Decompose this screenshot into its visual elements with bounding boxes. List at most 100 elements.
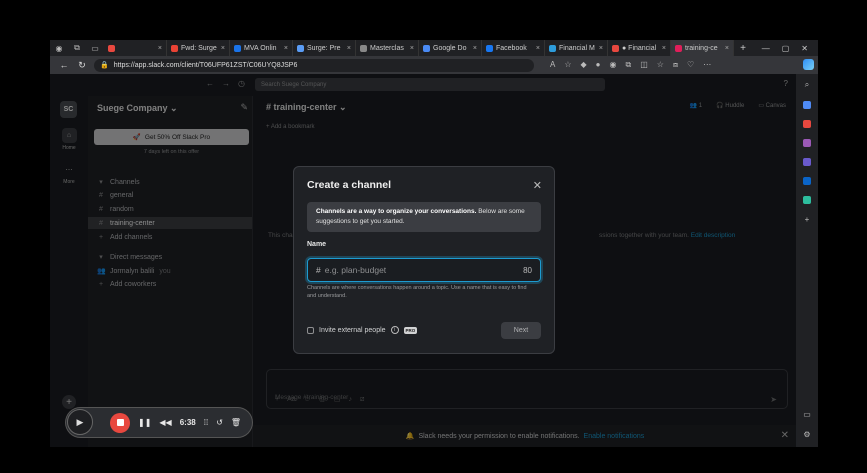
info-icon[interactable]: i [390,326,399,334]
stop-recording-button[interactable] [110,412,130,433]
refresh-icon[interactable]: ↻ [76,60,88,71]
search-icon[interactable]: ⌕ [805,80,809,90]
maximize-icon[interactable]: ▢ [782,44,790,53]
screen-recorder-bar: ❚❚ ◀◀ 6:38 ⁞⁞ ↺ 🗑 [66,408,252,437]
add-sidebar-app-icon[interactable]: + [805,215,810,224]
tab-actions-icon[interactable]: ▭ [86,40,104,56]
next-button[interactable]: Next [501,322,541,339]
rewind-icon[interactable]: ◀◀ [159,418,171,427]
modal-title: Create a channel [307,179,392,191]
browser-tab[interactable]: Financial M × [545,40,608,56]
tools-icon[interactable] [803,120,811,128]
tab-favicon [549,44,556,52]
split-screen-icon[interactable]: ◫ [640,60,648,70]
close-icon[interactable]: × [725,45,729,52]
extension-icon[interactable]: ● [596,60,601,70]
info-bold-text: Channels are a way to organize your conv… [316,208,477,215]
info-box: Channels are a way to organize your conv… [307,202,541,232]
browser-window: ◉ ⧉ ▭ × Fwd: Surge × MVA Onlin × Surge: Pr… [50,40,818,447]
close-icon[interactable]: × [284,45,288,52]
settings-gear-icon[interactable]: ⚙ [803,430,810,439]
tab-favicon [108,44,115,52]
extensions-puzzle-icon[interactable]: ⧉ [626,60,632,70]
grid-icon[interactable]: ⁞⁞ [204,418,208,427]
tab-label: Fwd: Surge [181,44,217,52]
collections-icon[interactable]: ⧈ [673,60,678,70]
heart-icon[interactable]: ♡ [687,60,694,70]
browser-tab-active[interactable]: training-ce × [671,40,734,56]
shopping-icon[interactable] [803,101,811,109]
camera-toggle-icon[interactable]: ▶ [67,409,93,435]
tab-label: training-ce [685,44,718,52]
browser-tab[interactable]: MVA Onlin × [230,40,293,56]
channel-name-input[interactable] [324,265,524,275]
restart-icon[interactable]: ↺ [216,418,223,427]
invite-external-checkbox[interactable] [307,326,314,334]
tab-favicon [297,44,304,52]
minimize-icon[interactable]: — [762,44,770,53]
browser-tab-bar: ◉ ⧉ ▭ × Fwd: Surge × MVA Onlin × Surge: Pr… [50,40,818,56]
browser-tab[interactable]: Fwd: Surge × [167,40,230,56]
edge-sidebar: ⌕ + ▭ ⚙ [796,74,818,447]
extension-icon[interactable]: ◉ [610,60,617,70]
games-icon[interactable] [803,139,811,147]
invite-external-row: Invite external people i PRO [307,326,418,334]
sidebar-layout-icon[interactable]: ▭ [803,410,811,419]
browser-tab[interactable]: ● Financial × [608,40,671,56]
tab-label: MVA Onlin [244,44,277,52]
hash-icon: # [316,265,321,275]
workspaces-icon[interactable]: ⧉ [68,40,86,56]
close-icon[interactable]: × [158,45,162,52]
close-window-icon[interactable]: ✕ [801,44,808,53]
tab-label: ● Financial [622,44,657,52]
address-bar-row: ← ↻ 🔒 https://app.slack.com/client/T06UF… [50,56,818,74]
browser-tab[interactable]: × [104,40,167,56]
delete-icon[interactable]: 🗑 [231,418,241,427]
channel-name-field[interactable]: # 80 [307,258,541,282]
read-aloud-icon[interactable]: A [550,60,555,70]
browser-tab[interactable]: Masterclas × [356,40,419,56]
close-icon[interactable]: × [410,45,414,52]
tab-label: Masterclas [370,44,404,52]
close-icon[interactable]: × [221,45,225,52]
tab-favicon [612,44,619,52]
tab-label: Financial M [559,44,595,52]
name-helper-text: Channels are where conversations happen … [307,285,527,299]
close-icon[interactable]: × [662,45,666,52]
copilot-icon[interactable] [803,59,814,70]
more-menu-icon[interactable]: ⋯ [703,60,711,70]
tab-favicon [486,44,493,52]
url-field[interactable]: 🔒 https://app.slack.com/client/T06UFP61Z… [94,58,534,72]
name-field-label: Name [307,241,327,248]
outlook-icon[interactable] [803,177,811,185]
url-text: https://app.slack.com/client/T06UFP61ZST… [113,61,298,69]
favorites-icon[interactable]: ☆ [657,60,664,70]
drop-icon[interactable] [803,196,811,204]
profile-icon[interactable]: ◉ [50,40,68,56]
stop-icon [116,419,124,426]
favorite-star-icon[interactable]: ☆ [564,60,571,70]
browser-tab[interactable]: Surge: Pre × [293,40,356,56]
pro-badge: PRO [403,326,418,334]
slack-favicon [675,44,682,52]
tab-favicon [171,44,178,52]
extension-icon[interactable]: ◆ [581,60,587,70]
tab-favicon [234,44,241,52]
m365-icon[interactable] [803,158,811,166]
new-tab-icon[interactable]: + [734,43,752,54]
close-icon[interactable]: × [347,45,351,52]
close-icon[interactable]: × [536,45,540,52]
back-icon[interactable]: ← [58,60,70,70]
close-icon[interactable]: ✕ [533,179,542,192]
tab-label: Facebook [496,44,527,52]
pause-icon[interactable]: ❚❚ [138,418,151,427]
close-icon[interactable]: × [599,45,603,52]
extension-icons: A ☆ ◆ ● ◉ ⧉ ◫ ☆ ⧈ ♡ ⋯ [550,60,711,70]
close-icon[interactable]: × [473,45,477,52]
invite-external-label[interactable]: Invite external people [319,327,386,334]
browser-tab[interactable]: Google Do × [419,40,482,56]
create-channel-modal: Create a channel ✕ Channels are a way to… [294,167,554,353]
browser-tab[interactable]: Facebook × [482,40,545,56]
tab-label: Surge: Pre [307,44,341,52]
window-controls: — ▢ ✕ [762,44,818,53]
